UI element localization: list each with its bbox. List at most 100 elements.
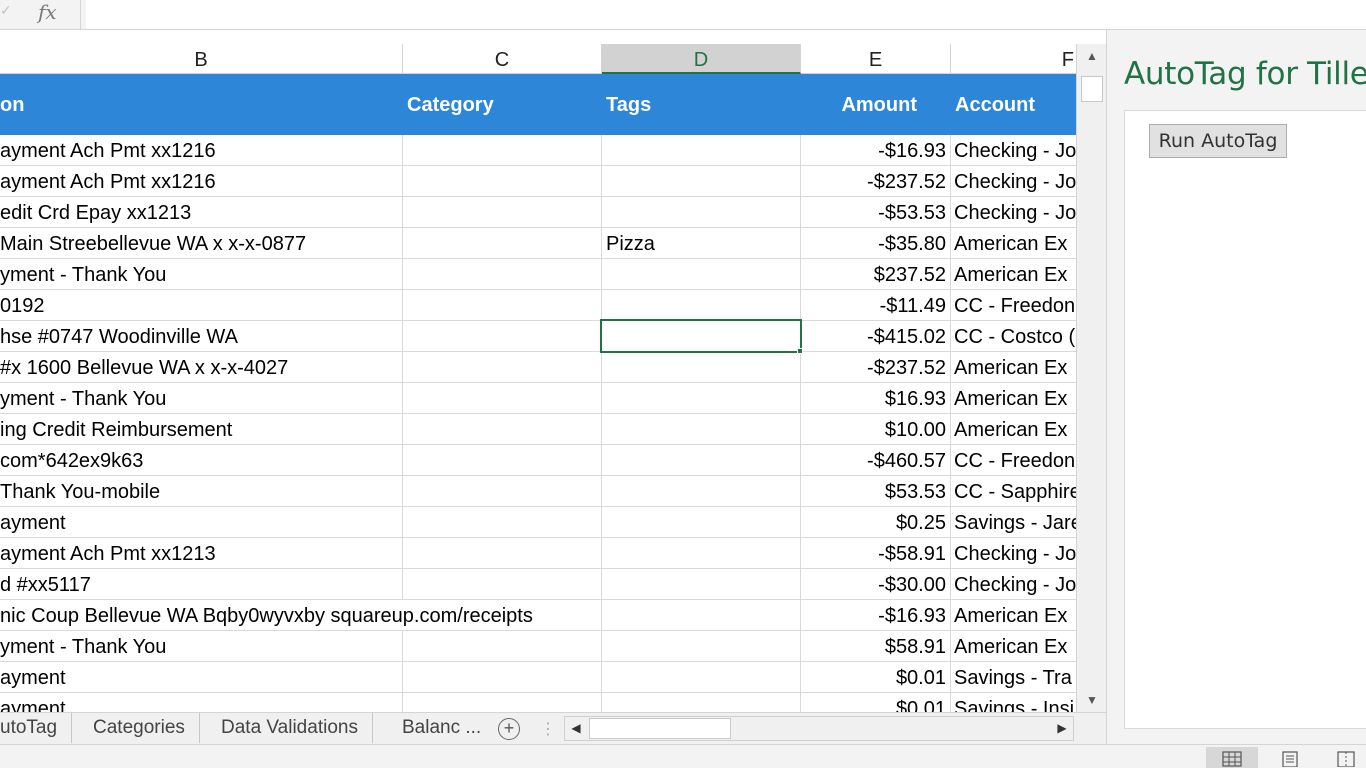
worksheet-grid[interactable]: B C D E F on Category Tags Amount Accoun… bbox=[0, 44, 1076, 712]
normal-view-icon[interactable] bbox=[1206, 747, 1258, 768]
formula-input[interactable] bbox=[86, 0, 1366, 29]
cell-amount[interactable]: $10.00 bbox=[801, 414, 951, 445]
run-autotag-button[interactable]: Run AutoTag bbox=[1149, 124, 1287, 158]
cell-category[interactable] bbox=[403, 259, 602, 290]
cell-amount[interactable]: $58.91 bbox=[801, 631, 951, 662]
scroll-up-icon[interactable]: ▲ bbox=[1081, 46, 1103, 66]
cell-description[interactable]: edit Crd Epay xx1213 bbox=[0, 197, 403, 228]
cell-category[interactable] bbox=[403, 228, 602, 259]
cell-category[interactable] bbox=[403, 631, 602, 662]
fill-handle[interactable] bbox=[797, 348, 803, 354]
cell-account[interactable]: Checking - Jo bbox=[951, 166, 1076, 197]
cell-tags[interactable] bbox=[602, 352, 801, 383]
cell-tags[interactable] bbox=[602, 631, 801, 662]
cell-description[interactable]: nic Coup Bellevue WA Bqby0wyvxby squareu… bbox=[0, 600, 533, 631]
cell-account[interactable]: Checking - Jo bbox=[951, 197, 1076, 228]
column-header-c[interactable]: C bbox=[403, 44, 602, 74]
cell-account[interactable]: Savings - Tra bbox=[951, 662, 1076, 693]
cell-amount[interactable]: $237.52 bbox=[801, 259, 951, 290]
cell-account[interactable]: Checking - Jo bbox=[951, 135, 1076, 166]
cell-amount[interactable]: -$237.52 bbox=[801, 352, 951, 383]
cell-tags[interactable] bbox=[602, 321, 801, 352]
cell-account[interactable]: American Ex bbox=[951, 383, 1076, 414]
sheet-tab-categories[interactable]: Categories bbox=[79, 713, 200, 743]
cell-amount[interactable]: -$16.93 bbox=[801, 135, 951, 166]
horizontal-scrollbar[interactable]: ◀ ▶ bbox=[564, 716, 1074, 741]
cell-description[interactable]: ing Credit Reimbursement bbox=[0, 414, 403, 445]
cell-amount[interactable]: -$58.91 bbox=[801, 538, 951, 569]
check-icon[interactable]: ✓ bbox=[0, 2, 18, 22]
scroll-right-icon[interactable]: ▶ bbox=[1051, 717, 1073, 740]
cell-amount[interactable]: -$460.57 bbox=[801, 445, 951, 476]
cell-description[interactable]: #x 1600 Bellevue WA x x-x-4027 bbox=[0, 352, 403, 383]
column-header-e[interactable]: E bbox=[801, 44, 951, 74]
cell-amount[interactable]: -$35.80 bbox=[801, 228, 951, 259]
cell-category[interactable] bbox=[403, 352, 602, 383]
cell-account[interactable]: CC - Costco ( bbox=[951, 321, 1076, 352]
cell-tags[interactable] bbox=[602, 693, 801, 712]
cell-tags[interactable] bbox=[602, 569, 801, 600]
cell-account[interactable]: American Ex bbox=[951, 631, 1076, 662]
cell-category[interactable] bbox=[403, 569, 602, 600]
sheet-tab-data-validations[interactable]: Data Validations bbox=[207, 713, 373, 743]
cell-account[interactable]: Savings - Insi bbox=[951, 693, 1076, 712]
cell-description[interactable]: ayment Ach Pmt xx1213 bbox=[0, 538, 403, 569]
cell-amount[interactable]: -$53.53 bbox=[801, 197, 951, 228]
cell-category[interactable] bbox=[403, 414, 602, 445]
page-layout-view-icon[interactable] bbox=[1264, 747, 1316, 768]
cell-amount[interactable]: $0.25 bbox=[801, 507, 951, 538]
cell-account[interactable]: CC - Freedon bbox=[951, 445, 1076, 476]
page-break-view-icon[interactable] bbox=[1320, 747, 1366, 768]
cell-amount[interactable]: $0.01 bbox=[801, 662, 951, 693]
cell-category[interactable] bbox=[403, 600, 602, 631]
cell-description[interactable]: 0192 bbox=[0, 290, 403, 321]
cell-description[interactable]: hse #0747 Woodinville WA bbox=[0, 321, 403, 352]
header-account[interactable]: Account bbox=[951, 74, 1076, 135]
cell-description[interactable]: com*642ex9k63 bbox=[0, 445, 403, 476]
cell-tags[interactable] bbox=[602, 259, 801, 290]
cell-category[interactable] bbox=[403, 135, 602, 166]
cell-description[interactable]: ayment bbox=[0, 693, 403, 712]
cell-account[interactable]: Checking - Jo bbox=[951, 569, 1076, 600]
cell-account[interactable]: American Ex bbox=[951, 600, 1076, 631]
cell-account[interactable]: Savings - Jare bbox=[951, 507, 1076, 538]
cell-category[interactable] bbox=[403, 538, 602, 569]
add-sheet-icon[interactable]: + bbox=[498, 718, 520, 740]
cell-account[interactable]: American Ex bbox=[951, 414, 1076, 445]
cell-tags[interactable] bbox=[602, 135, 801, 166]
cell-category[interactable] bbox=[403, 476, 602, 507]
cell-category[interactable] bbox=[403, 166, 602, 197]
cell-tags[interactable] bbox=[602, 507, 801, 538]
sheet-tab-autotag[interactable]: utoTag bbox=[0, 713, 73, 743]
cell-tags[interactable] bbox=[602, 290, 801, 321]
cell-category[interactable] bbox=[403, 290, 602, 321]
cell-category[interactable] bbox=[403, 507, 602, 538]
cell-description[interactable]: ayment bbox=[0, 507, 403, 538]
cell-tags[interactable] bbox=[602, 166, 801, 197]
cell-description[interactable]: d #xx5117 bbox=[0, 569, 403, 600]
cell-amount[interactable]: -$11.49 bbox=[801, 290, 951, 321]
scroll-down-icon[interactable]: ▼ bbox=[1081, 690, 1103, 710]
cell-tags[interactable] bbox=[602, 445, 801, 476]
horizontal-scroll-thumb[interactable] bbox=[589, 718, 731, 739]
header-category[interactable]: Category bbox=[403, 74, 602, 135]
cell-description[interactable]: ayment bbox=[0, 662, 403, 693]
cell-account[interactable]: CC - Freedon bbox=[951, 290, 1076, 321]
cell-account[interactable]: CC - Sapphire bbox=[951, 476, 1076, 507]
cell-tags[interactable] bbox=[602, 197, 801, 228]
cell-amount[interactable]: $16.93 bbox=[801, 383, 951, 414]
cell-amount[interactable]: $0.01 bbox=[801, 693, 951, 712]
cell-amount[interactable]: -$415.02 bbox=[801, 321, 951, 352]
cell-category[interactable] bbox=[403, 321, 602, 352]
cell-category[interactable] bbox=[403, 662, 602, 693]
cell-description[interactable]: Thank You-mobile bbox=[0, 476, 403, 507]
cell-amount[interactable]: -$237.52 bbox=[801, 166, 951, 197]
vertical-scrollbar[interactable]: ▲ ▼ bbox=[1076, 44, 1106, 712]
cell-tags[interactable]: Pizza bbox=[602, 228, 801, 259]
cell-amount[interactable]: -$30.00 bbox=[801, 569, 951, 600]
fx-icon[interactable]: fx bbox=[38, 0, 57, 26]
header-tags[interactable]: Tags bbox=[602, 74, 801, 135]
cell-tags[interactable] bbox=[602, 383, 801, 414]
column-header-f[interactable]: F bbox=[951, 44, 1076, 74]
cell-tags[interactable] bbox=[602, 662, 801, 693]
